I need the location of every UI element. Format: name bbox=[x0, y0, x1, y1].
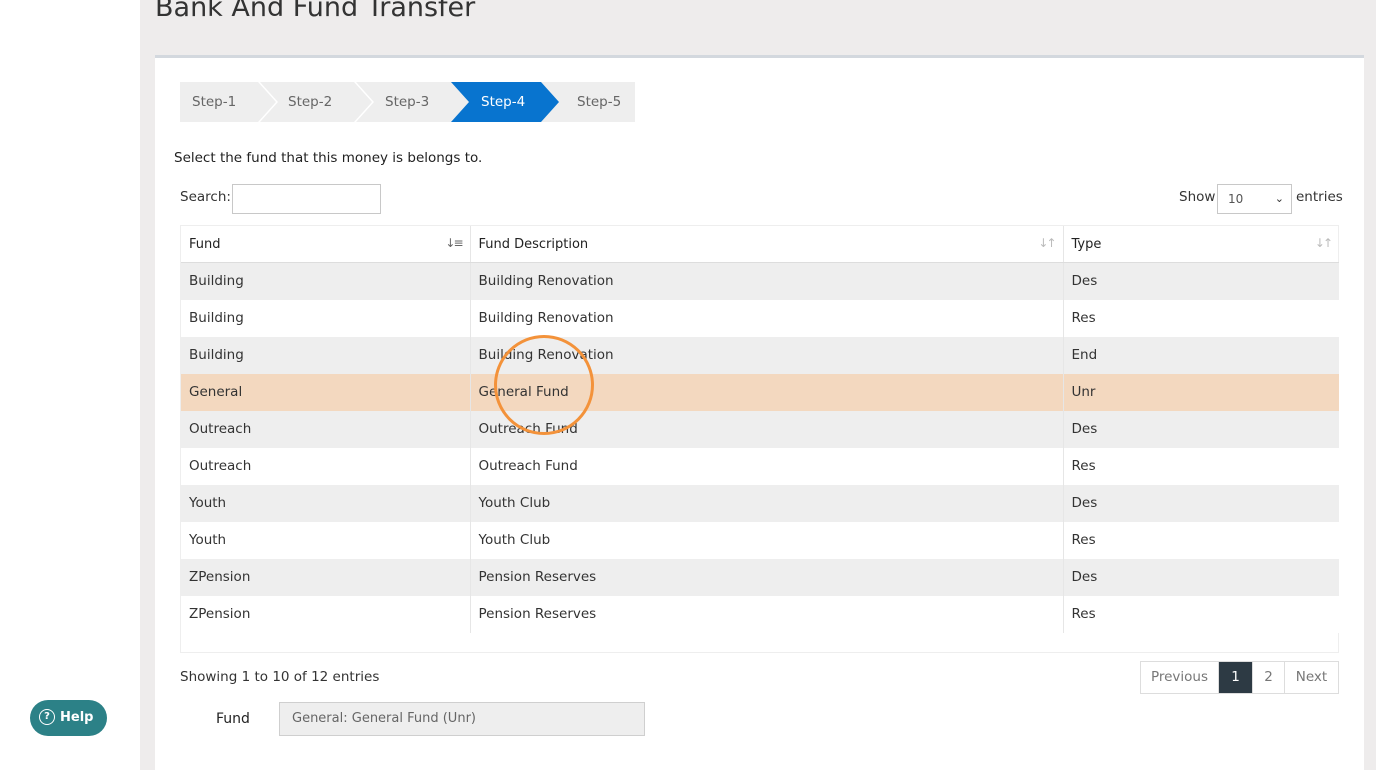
search-input[interactable] bbox=[232, 184, 381, 214]
funds-table-container: Fund ↓≡ Fund Description ↓↑ Type ↓↑ Buil… bbox=[180, 225, 1339, 653]
cell-fund: Youth bbox=[181, 484, 471, 522]
entries-per-page-select[interactable]: 10 ⌄ bbox=[1217, 184, 1292, 214]
cell-fund-description: Building Renovation bbox=[470, 262, 1064, 300]
table-row[interactable]: Youth Youth Club Des bbox=[181, 484, 1339, 522]
pagination: Previous 1 2 Next bbox=[1140, 661, 1339, 694]
table-row[interactable]: Outreach Outreach Fund Res bbox=[181, 447, 1339, 485]
wizard-steps: Step-1 Step-2 Step-3 Step-4 Step-5 bbox=[180, 82, 635, 122]
previous-page-button[interactable]: Previous bbox=[1141, 662, 1219, 693]
click-highlight-circle bbox=[494, 335, 594, 435]
cell-type: End bbox=[1063, 336, 1339, 374]
page-title: Bank And Fund Transfer bbox=[155, 0, 476, 23]
chevron-down-icon: ⌄ bbox=[1274, 192, 1284, 205]
cell-fund-description: Pension Reserves bbox=[470, 595, 1064, 633]
question-icon: ? bbox=[39, 708, 55, 725]
cell-type: Res bbox=[1063, 521, 1339, 559]
cell-fund-description: Building Renovation bbox=[470, 299, 1064, 337]
cell-fund-description: Youth Club bbox=[470, 521, 1064, 559]
fund-label: Fund bbox=[216, 711, 250, 727]
column-header-fund[interactable]: Fund ↓≡ bbox=[181, 226, 471, 263]
cell-type: Des bbox=[1063, 558, 1339, 596]
table-row[interactable]: ZPension Pension Reserves Res bbox=[181, 595, 1339, 633]
table-row[interactable]: ZPension Pension Reserves Des bbox=[181, 558, 1339, 596]
table-row[interactable]: Building Building Renovation Des bbox=[181, 262, 1339, 300]
cell-fund: Youth bbox=[181, 521, 471, 559]
column-header-type[interactable]: Type ↓↑ bbox=[1063, 226, 1339, 263]
sort-icon: ↓↑ bbox=[1038, 236, 1056, 250]
sort-icon: ↓↑ bbox=[1314, 236, 1333, 250]
page-2-button[interactable]: 2 bbox=[1253, 662, 1285, 693]
cell-fund-description: Pension Reserves bbox=[470, 558, 1064, 596]
instruction-text: Select the fund that this money is belon… bbox=[174, 150, 483, 166]
column-header-label: Fund Description bbox=[478, 236, 589, 252]
cell-type: Res bbox=[1063, 299, 1339, 337]
cell-fund: ZPension bbox=[181, 558, 471, 596]
search-label: Search: bbox=[180, 189, 231, 205]
help-label: Help bbox=[60, 710, 94, 725]
funds-table: Fund ↓≡ Fund Description ↓↑ Type ↓↑ Buil… bbox=[181, 226, 1339, 633]
cell-fund: Outreach bbox=[181, 410, 471, 448]
cell-type: Des bbox=[1063, 410, 1339, 448]
cell-type: Unr bbox=[1063, 373, 1339, 411]
table-info: Showing 1 to 10 of 12 entries bbox=[180, 669, 380, 685]
table-row[interactable]: Youth Youth Club Res bbox=[181, 521, 1339, 559]
cell-fund-description: Youth Club bbox=[470, 484, 1064, 522]
column-header-fund-description[interactable]: Fund Description ↓↑ bbox=[470, 226, 1064, 263]
selected-fund-field: General: General Fund (Unr) bbox=[279, 702, 645, 736]
cell-fund: General bbox=[181, 373, 471, 411]
cell-fund-description: Outreach Fund bbox=[470, 447, 1064, 485]
step-1[interactable]: Step-1 bbox=[180, 82, 275, 122]
sort-ascending-icon: ↓≡ bbox=[445, 236, 463, 250]
table-row-selected[interactable]: General General Fund Unr bbox=[181, 373, 1339, 411]
step-5[interactable]: Step-5 bbox=[549, 82, 635, 122]
table-header-row: Fund ↓≡ Fund Description ↓↑ Type ↓↑ bbox=[181, 226, 1339, 263]
cell-fund: Building bbox=[181, 262, 471, 300]
entries-per-page-value: 10 bbox=[1228, 192, 1244, 206]
help-button[interactable]: ? Help bbox=[30, 700, 107, 736]
entries-label: entries bbox=[1296, 189, 1343, 205]
table-row[interactable]: Building Building Renovation Res bbox=[181, 299, 1339, 337]
cell-type: Des bbox=[1063, 484, 1339, 522]
table-row[interactable]: Outreach Outreach Fund Des bbox=[181, 410, 1339, 448]
cell-type: Res bbox=[1063, 595, 1339, 633]
cell-fund: Building bbox=[181, 299, 471, 337]
column-header-label: Type bbox=[1071, 236, 1102, 252]
cell-fund: Building bbox=[181, 336, 471, 374]
cell-type: Des bbox=[1063, 262, 1339, 300]
show-label: Show bbox=[1179, 189, 1216, 205]
table-row[interactable]: Building Building Renovation End bbox=[181, 336, 1339, 374]
page-1-button[interactable]: 1 bbox=[1219, 662, 1253, 693]
column-header-label: Fund bbox=[189, 236, 221, 252]
next-page-button[interactable]: Next bbox=[1285, 662, 1338, 693]
cell-fund: ZPension bbox=[181, 595, 471, 633]
cell-fund: Outreach bbox=[181, 447, 471, 485]
cell-type: Res bbox=[1063, 447, 1339, 485]
